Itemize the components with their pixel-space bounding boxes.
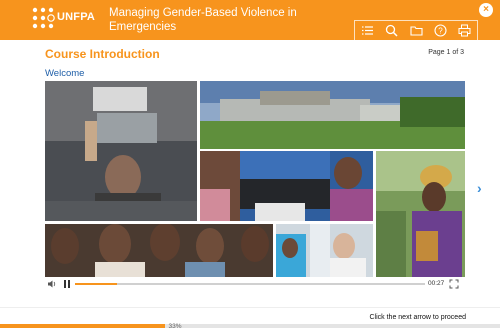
next-arrow-button[interactable]: › (477, 180, 482, 196)
photo-man-sewing (200, 151, 373, 221)
video-seek-progress (75, 283, 117, 285)
unfpa-logo: UNFPA (30, 5, 95, 31)
help-icon: ? (434, 24, 447, 37)
fullscreen-icon[interactable] (449, 279, 459, 289)
photo-camp-tents (200, 81, 465, 149)
print-icon (458, 24, 471, 37)
svg-text:?: ? (438, 27, 443, 36)
photo-woman-microphone (376, 151, 465, 277)
close-icon: × (483, 4, 489, 15)
menu-icon (361, 26, 373, 35)
menu-button[interactable] (355, 21, 379, 40)
search-button[interactable] (379, 21, 403, 40)
photo-health-worker (276, 224, 373, 277)
proceed-instruction: Click the next arrow to proceed (369, 314, 467, 321)
footer: Click the next arrow to proceed 33% (0, 307, 500, 333)
search-icon (385, 24, 398, 37)
section-title: Welcome (45, 68, 85, 79)
video-time: 00:27 (428, 280, 445, 287)
video-controls: 00:27 (45, 277, 465, 291)
logo-text: UNFPA (57, 11, 96, 23)
page-indicator: Page 1 of 3 (428, 49, 464, 56)
chevron-right-icon: › (477, 180, 482, 196)
course-header-title: Managing Gender-Based Violence in Emerge… (109, 7, 297, 33)
pause-icon[interactable] (63, 279, 71, 289)
help-button[interactable]: ? (428, 21, 452, 40)
folder-icon (409, 26, 423, 36)
resources-button[interactable] (404, 21, 428, 40)
page-title: Course Introduction (45, 47, 160, 61)
toolbar: ? (354, 20, 478, 40)
course-player: UNFPA Managing Gender-Based Violence in … (0, 0, 500, 333)
video-seek-bar[interactable] (75, 283, 425, 285)
course-progress-label: 33% (168, 323, 182, 330)
print-button[interactable] (453, 21, 477, 40)
close-button[interactable]: × (479, 3, 493, 17)
volume-icon[interactable] (47, 279, 57, 289)
header-bar: UNFPA Managing Gender-Based Violence in … (0, 0, 500, 40)
logo-mark-icon (32, 7, 55, 29)
photo-crowd-women (45, 224, 273, 277)
photo-woman-carrying-pot (45, 81, 197, 221)
